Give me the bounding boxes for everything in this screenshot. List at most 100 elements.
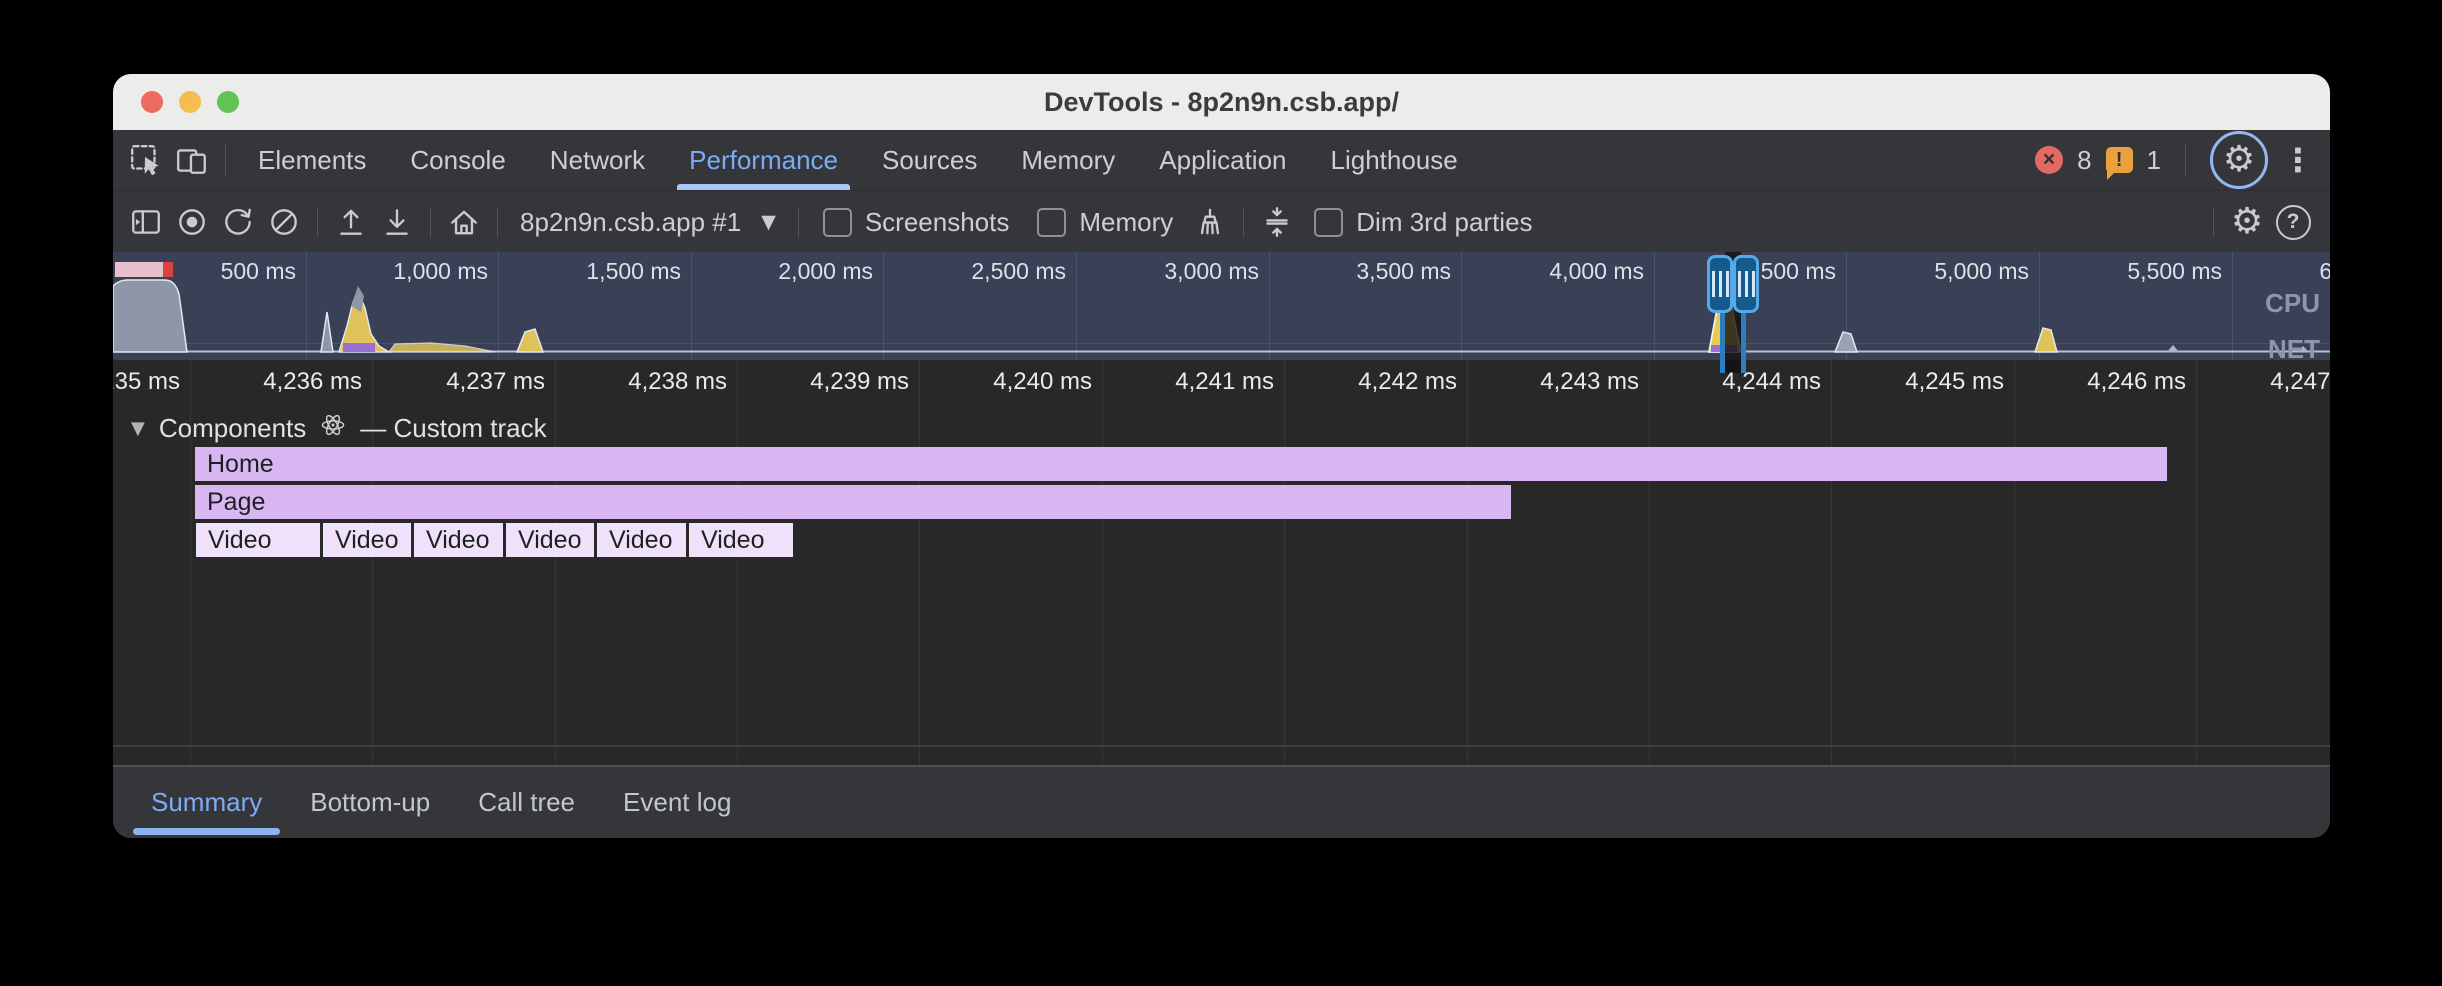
- gridline: [1831, 360, 1832, 765]
- settings-focus-ring: ⚙: [2210, 131, 2268, 189]
- upload-icon: [334, 205, 368, 239]
- tab-memory[interactable]: Memory: [999, 130, 1137, 190]
- home-icon: [447, 205, 481, 239]
- desktop-background: DevTools - 8p2n9n.csb.app/ Elements Cons…: [0, 0, 2442, 986]
- device-toolbar-button[interactable]: [169, 137, 215, 183]
- flame-bar-video[interactable]: Video: [414, 523, 503, 557]
- devtools-window: DevTools - 8p2n9n.csb.app/ Elements Cons…: [113, 74, 2330, 838]
- error-icon[interactable]: ×: [2035, 146, 2063, 174]
- inspect-element-button[interactable]: [123, 137, 169, 183]
- grip-line: [1719, 271, 1722, 297]
- track-header-components[interactable]: ▼ Components — Custom track: [131, 412, 547, 445]
- help-icon: ?: [2276, 205, 2311, 240]
- flame-bar-page[interactable]: Page: [195, 485, 1511, 519]
- minimize-window-button[interactable]: [179, 91, 201, 113]
- grip-line: [1712, 271, 1715, 297]
- splitter-line: [113, 745, 2330, 747]
- divider: [497, 207, 498, 237]
- garbage-collect-brush-icon: [1193, 205, 1227, 239]
- more-options-icon[interactable]: ⋮: [2282, 141, 2314, 179]
- tab-application[interactable]: Application: [1137, 130, 1308, 190]
- tab-elements[interactable]: Elements: [236, 130, 388, 190]
- cpu-lane-label: CPU: [2265, 288, 2320, 319]
- clear-recording-button[interactable]: [261, 199, 307, 245]
- details-tabbar: Summary Bottom-up Call tree Event log: [113, 765, 2330, 838]
- reload-icon: [221, 205, 255, 239]
- screenshots-checkbox-row[interactable]: Screenshots: [823, 207, 1010, 238]
- collapse-icon: [1260, 205, 1294, 239]
- error-count[interactable]: 8: [2077, 145, 2091, 176]
- memory-label: Memory: [1079, 207, 1173, 238]
- download-icon: [380, 205, 414, 239]
- screenshots-label: Screenshots: [865, 207, 1010, 238]
- net-lane-label: NET: [2268, 334, 2320, 360]
- close-window-button[interactable]: [141, 91, 163, 113]
- grip-line: [1738, 271, 1741, 297]
- flame-bar-video[interactable]: Video: [689, 523, 793, 557]
- memory-checkbox-row[interactable]: Memory: [1037, 207, 1173, 238]
- collapse-tracks-button[interactable]: [1254, 199, 1300, 245]
- flame-bar-video[interactable]: Video: [597, 523, 686, 557]
- status-badges: × 8 ! 1 ⚙ ⋮: [2035, 131, 2330, 189]
- chevron-down-icon: ▼: [761, 211, 776, 233]
- divider: [430, 207, 431, 237]
- flame-bar-video[interactable]: Video: [196, 523, 320, 557]
- record-icon: [175, 205, 209, 239]
- tab-lighthouse[interactable]: Lighthouse: [1309, 130, 1480, 190]
- dim-3rd-parties-label: Dim 3rd parties: [1356, 207, 1532, 238]
- selection-right-line: [1741, 310, 1746, 360]
- selection-right-handle[interactable]: [1733, 255, 1759, 313]
- expander-triangle-icon[interactable]: ▼: [131, 418, 145, 439]
- ruler-tick-label: 4,247 ms: [2119, 368, 2330, 396]
- tab-event-log[interactable]: Event log: [599, 767, 755, 838]
- flame-bar-home[interactable]: Home: [195, 447, 2167, 481]
- divider: [317, 207, 318, 237]
- selection-left-handle[interactable]: [1707, 255, 1733, 313]
- track-suffix: — Custom track: [360, 413, 546, 444]
- flame-bar-video[interactable]: Video: [323, 523, 411, 557]
- record-button[interactable]: [169, 199, 215, 245]
- window-titlebar: DevTools - 8p2n9n.csb.app/: [113, 74, 2330, 130]
- save-profile-button[interactable]: [374, 199, 420, 245]
- panel-left-icon: [129, 205, 163, 239]
- gridline: [2014, 360, 2015, 765]
- react-atom-icon: [320, 412, 346, 445]
- tab-console[interactable]: Console: [388, 130, 527, 190]
- device-toolbar-icon: [175, 143, 209, 177]
- divider: [225, 145, 226, 175]
- inspect-icon: [129, 143, 163, 177]
- target-selector-value: 8p2n9n.csb.app #1: [520, 207, 741, 238]
- dim-3rd-parties-checkbox[interactable]: [1314, 208, 1343, 237]
- record-and-reload-button[interactable]: [215, 199, 261, 245]
- tab-performance[interactable]: Performance: [667, 130, 860, 190]
- panel-settings-button[interactable]: ⚙: [2224, 199, 2270, 245]
- overview-tick-label: 6,000 ms: [2164, 258, 2330, 285]
- gridline: [1284, 360, 1285, 765]
- collect-garbage-button[interactable]: [1187, 199, 1233, 245]
- screenshots-checkbox[interactable]: [823, 208, 852, 237]
- timeline-overview[interactable]: 500 ms 1,000 ms 1,500 ms 2,000 ms 2,500 …: [113, 252, 2330, 360]
- gridline: [1649, 360, 1650, 765]
- help-button[interactable]: ?: [2270, 199, 2316, 245]
- tab-network[interactable]: Network: [528, 130, 667, 190]
- tab-summary[interactable]: Summary: [127, 767, 286, 838]
- warning-icon[interactable]: !: [2106, 147, 2133, 173]
- tab-bottom-up[interactable]: Bottom-up: [286, 767, 454, 838]
- home-button[interactable]: [441, 199, 487, 245]
- zoom-window-button[interactable]: [217, 91, 239, 113]
- settings-gear-icon[interactable]: ⚙: [2223, 142, 2255, 178]
- tab-sources[interactable]: Sources: [860, 130, 999, 190]
- divider: [1243, 207, 1244, 237]
- flame-bar-video[interactable]: Video: [506, 523, 594, 557]
- tab-call-tree[interactable]: Call tree: [454, 767, 599, 838]
- load-profile-button[interactable]: [328, 199, 374, 245]
- window-title: DevTools - 8p2n9n.csb.app/: [1044, 87, 1399, 118]
- target-selector-dropdown[interactable]: 8p2n9n.csb.app #1 ▼: [520, 207, 776, 238]
- dim-3rd-parties-checkbox-row[interactable]: Dim 3rd parties: [1314, 207, 1532, 238]
- grip-line: [1752, 271, 1755, 297]
- divider: [2213, 207, 2214, 237]
- gridline: [919, 360, 920, 765]
- memory-checkbox[interactable]: [1037, 208, 1066, 237]
- toggle-sidebar-button[interactable]: [123, 199, 169, 245]
- warning-count[interactable]: 1: [2147, 145, 2161, 176]
